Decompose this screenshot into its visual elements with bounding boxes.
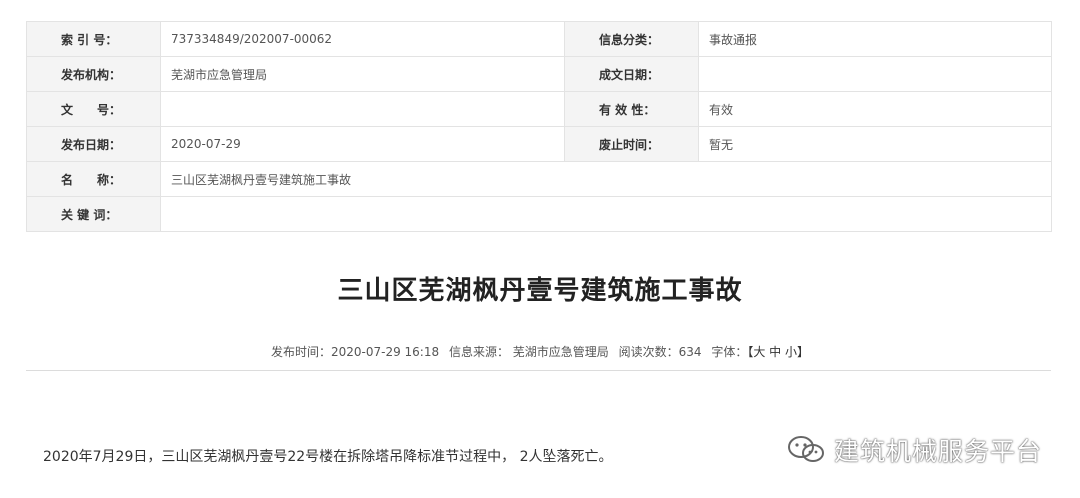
written-date-label: 成文日期： — [564, 56, 699, 92]
publisher-label: 发布机构： — [26, 56, 161, 92]
table-row: 名 称： 三山区芜湖枫丹壹号建筑施工事故 — [26, 161, 1052, 197]
info-source: 信息来源： 芜湖市应急管理局 — [448, 345, 609, 359]
written-date-value — [698, 56, 1052, 92]
article-body: 2020年7月29日，三山区芜湖枫丹壹号22号楼在拆除塔吊降标准节过程中， 2人… — [43, 449, 613, 465]
table-row: 发布机构： 芜湖市应急管理局 成文日期： — [26, 56, 1052, 92]
font-size-switcher[interactable]: 【大 中 小】 — [747, 345, 809, 359]
publish-date-label: 发布日期： — [26, 126, 161, 162]
table-row: 发布日期： 2020-07-29 废止时间： 暂无 — [26, 126, 1052, 162]
wechat-icon — [788, 436, 824, 462]
name-label: 名 称： — [26, 161, 161, 197]
info-table: 索 引 号： 737334849/202007-00062 信息分类： 事故通报… — [26, 21, 1052, 232]
article-title: 三山区芜湖枫丹壹号建筑施工事故 — [337, 276, 743, 306]
name-value: 三山区芜湖枫丹壹号建筑施工事故 — [160, 161, 1052, 197]
index-number-label: 索 引 号： — [26, 21, 161, 57]
expiry-value: 暂无 — [698, 126, 1052, 162]
category-label: 信息分类： — [564, 21, 699, 57]
publisher-value: 芜湖市应急管理局 — [160, 56, 565, 92]
view-count: 阅读次数：634 — [618, 345, 702, 359]
watermark: 建筑机械服务平台 — [786, 433, 1042, 467]
validity-value: 有效 — [698, 91, 1052, 127]
publish-time: 发布时间：2020-07-29 16:18 — [270, 345, 440, 359]
table-row: 文 号： 有 效 性： 有效 — [26, 91, 1052, 127]
table-row: 索 引 号： 737334849/202007-00062 信息分类： 事故通报 — [26, 21, 1052, 57]
watermark-text: 建筑机械服务平台 — [834, 437, 1043, 466]
category-value: 事故通报 — [698, 21, 1052, 57]
publish-date-value: 2020-07-29 — [160, 126, 565, 162]
keywords-label: 关 键 词： — [26, 196, 161, 232]
table-row: 关 键 词： — [26, 196, 1052, 232]
article-meta: 发布时间：2020-07-29 16:18 信息来源： 芜湖市应急管理局 阅读次… — [0, 343, 1080, 360]
divider — [26, 370, 1051, 371]
font-size-label: 字体： — [711, 345, 748, 359]
validity-label: 有 效 性： — [564, 91, 699, 127]
doc-number-value — [160, 91, 565, 127]
index-number-value: 737334849/202007-00062 — [160, 21, 565, 57]
keywords-value — [160, 196, 1052, 232]
doc-number-label: 文 号： — [26, 91, 161, 127]
expiry-label: 废止时间： — [564, 126, 699, 162]
